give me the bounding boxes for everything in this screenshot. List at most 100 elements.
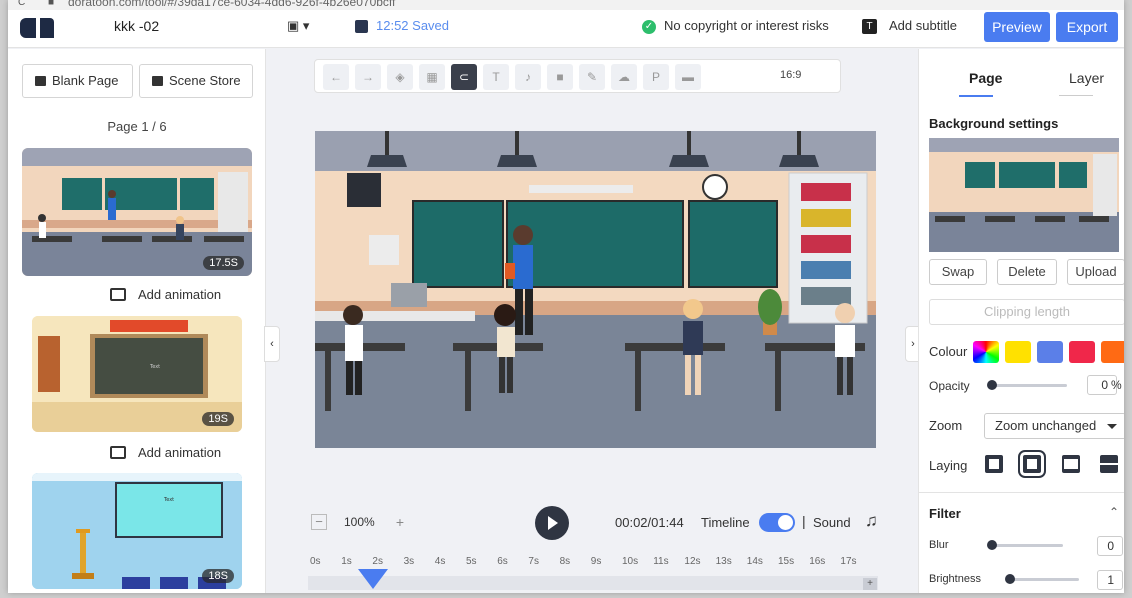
aspect-ratio[interactable]: 16:9: [780, 69, 801, 81]
app-window: C ■ doratoon.com/tool/#/39da17ce-6034-4d…: [8, 0, 1124, 593]
tab-page[interactable]: Page: [969, 70, 1002, 86]
reload-icon[interactable]: C: [18, 0, 25, 8]
swap-button[interactable]: Swap: [929, 259, 987, 285]
add-subtitle-button[interactable]: Add subtitle: [889, 18, 957, 33]
page-thumbnail-3[interactable]: Text 18S: [32, 473, 242, 589]
layers-icon[interactable]: ◈: [387, 64, 413, 90]
brightness-slider[interactable]: [1007, 578, 1079, 581]
check-icon: ✓: [642, 20, 656, 34]
blur-label: Blur: [929, 539, 949, 551]
store-icon: [152, 76, 163, 86]
project-name[interactable]: kkk -02: [114, 18, 159, 34]
p-icon[interactable]: P: [643, 64, 669, 90]
cloud-icon[interactable]: ☁: [611, 64, 637, 90]
undo-icon[interactable]: ←: [323, 64, 349, 90]
format-brush-icon[interactable]: T: [483, 64, 509, 90]
svg-text:Text: Text: [149, 364, 160, 370]
top-header: kkk -02 ▣ ▾ 12:52 Saved ✓ No copyright o…: [8, 10, 1124, 48]
playhead[interactable]: [358, 569, 388, 589]
animation-icon: [110, 288, 126, 301]
upload-button[interactable]: Upload: [1067, 259, 1124, 285]
blank-page-button[interactable]: Blank Page: [22, 64, 133, 98]
pen-icon[interactable]: ✎: [579, 64, 605, 90]
page-indicator: Page 1 / 6: [107, 119, 167, 134]
classroom-scene: [315, 131, 876, 448]
scene-canvas[interactable]: [315, 131, 876, 448]
chevron-up-icon[interactable]: ⌃: [1109, 505, 1119, 519]
add-animation-1[interactable]: Add animation: [110, 287, 221, 302]
laying-fill-icon[interactable]: [1018, 450, 1046, 478]
add-animation-2[interactable]: Add animation: [110, 445, 221, 460]
doratoon-logo[interactable]: [20, 14, 56, 40]
rainbow-colour-picker-icon[interactable]: [973, 341, 999, 363]
playback-time: 00:02/01:44: [615, 515, 684, 530]
opacity-slider[interactable]: [991, 384, 1067, 387]
tab-layer[interactable]: Layer: [1069, 70, 1104, 86]
export-button[interactable]: Export: [1056, 12, 1118, 42]
page-thumbnail-2[interactable]: Text 19S: [32, 316, 242, 432]
browser-url[interactable]: doratoon.com/tool/#/39da17ce-6034-4dd6-9…: [68, 0, 395, 9]
opacity-slider-knob[interactable]: [987, 380, 997, 390]
duration-badge: 19S: [202, 412, 234, 426]
redo-icon[interactable]: →: [355, 64, 381, 90]
project-menu-icon[interactable]: ▣ ▾: [287, 18, 309, 34]
ruler-tick-label: 0s: [310, 556, 321, 567]
save-status: 12:52 Saved: [376, 18, 450, 33]
ruler-tick-label: 13s: [715, 556, 732, 567]
laying-tile-icon[interactable]: [1100, 455, 1118, 473]
timeline-toggle[interactable]: [759, 513, 795, 532]
ruler-tick-label: 5s: [466, 556, 477, 567]
laying-fit-icon[interactable]: [985, 455, 1003, 473]
ruler-tick-label: 8s: [559, 556, 571, 567]
brightness-slider-knob[interactable]: [1005, 574, 1015, 584]
preview-button[interactable]: Preview: [984, 12, 1050, 42]
brightness-input[interactable]: 1: [1097, 570, 1123, 590]
camera-icon[interactable]: ■: [547, 64, 573, 90]
colour-swatch-blue[interactable]: [1037, 341, 1063, 363]
colour-swatch-red[interactable]: [1069, 341, 1095, 363]
editor-toolbar: ← → ◈ ▦ ⊂ T ♪ ■ ✎ ☁ P ▬ 16:9: [314, 59, 841, 93]
opacity-unit: %: [1111, 378, 1122, 392]
chevron-down-icon: [1107, 424, 1117, 429]
zoom-select-value: Zoom unchanged: [995, 418, 1097, 433]
zoom-in-button[interactable]: +: [392, 514, 408, 530]
page-thumbnail-1[interactable]: 17.5S: [22, 148, 252, 276]
blur-slider-knob[interactable]: [987, 540, 997, 550]
subtitle-icon[interactable]: T: [862, 19, 877, 34]
copyright-status: No copyright or interest risks: [664, 18, 829, 33]
colour-label: Colour: [929, 344, 968, 359]
ruler-tick-label: 16s: [809, 556, 826, 567]
opacity-label: Opacity: [929, 379, 970, 393]
duration-badge: 17.5S: [203, 256, 244, 270]
page-icon: [35, 76, 46, 86]
scene-store-button[interactable]: Scene Store: [139, 64, 253, 98]
laying-label: Laying: [929, 458, 968, 473]
colour-swatch-orange[interactable]: [1101, 341, 1124, 363]
screen-icon[interactable]: ▬: [675, 64, 701, 90]
timeline-track[interactable]: [308, 576, 878, 590]
ruler-tick-label: 17s: [840, 556, 857, 567]
sound-label: Sound: [813, 515, 851, 530]
separator: |: [802, 513, 806, 529]
zoom-label: Zoom: [929, 418, 963, 433]
colour-swatch-yellow[interactable]: [1005, 341, 1031, 363]
microphone-icon[interactable]: ♪: [515, 64, 541, 90]
laying-stretch-icon[interactable]: [1062, 455, 1080, 473]
add-animation-label: Add animation: [138, 445, 222, 460]
blur-input[interactable]: 0: [1097, 536, 1123, 556]
zoom-out-button[interactable]: −: [311, 514, 327, 530]
clipping-length-button[interactable]: Clipping length: [929, 299, 1124, 325]
collapse-left-panel-button[interactable]: ‹: [264, 326, 280, 362]
play-button[interactable]: [535, 506, 569, 540]
timeline-label: Timeline: [701, 515, 750, 530]
timeline-add-button[interactable]: +: [863, 578, 877, 590]
browser-url-bar[interactable]: C ■ doratoon.com/tool/#/39da17ce-6034-4d…: [8, 0, 1124, 10]
blur-slider[interactable]: [991, 544, 1063, 547]
music-note-icon[interactable]: ♫: [865, 511, 878, 531]
lock-icon: ■: [48, 0, 55, 8]
ruler-tick-label: 14s: [746, 556, 763, 567]
grid-icon[interactable]: ▦: [419, 64, 445, 90]
delete-button[interactable]: Delete: [997, 259, 1057, 285]
zoom-select[interactable]: Zoom unchanged: [984, 413, 1124, 439]
magnet-icon[interactable]: ⊂: [451, 64, 477, 90]
